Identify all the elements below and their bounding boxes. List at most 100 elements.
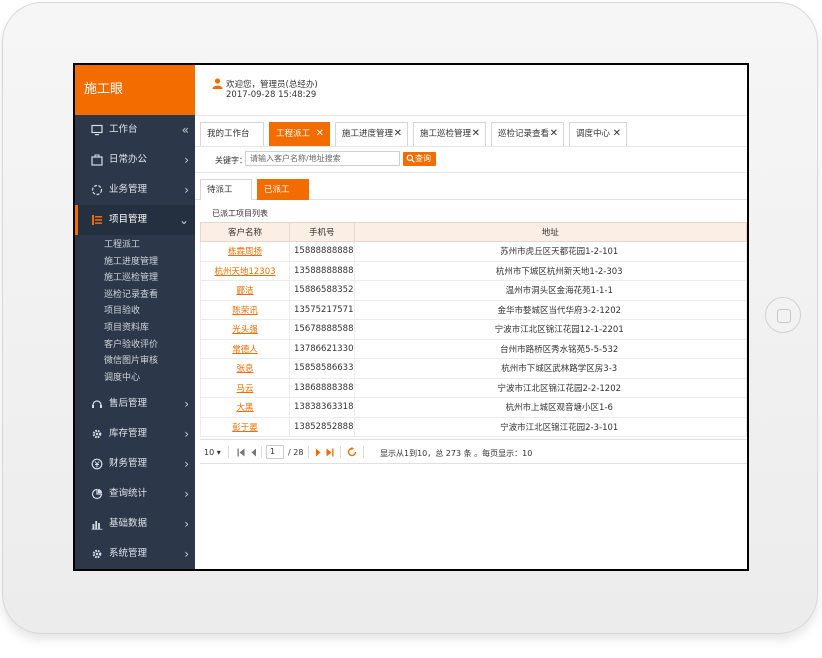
sidebar-item-label: 基础数据	[109, 518, 148, 530]
sidebar-item-label: 日常办公	[109, 154, 148, 165]
tab-my-workbench[interactable]: 我的工作台	[200, 122, 264, 146]
table-header-row: 客户名称 手机号 地址	[200, 222, 747, 242]
tab-label: 我的工作台	[207, 129, 250, 139]
pie-icon	[91, 489, 103, 500]
close-icon[interactable]: ✕	[550, 123, 558, 145]
pagination-info: 显示从1到10，总 273 条 。每页显示：10	[380, 449, 533, 458]
sidebar-item-statistics[interactable]: 查询统计 ›	[75, 479, 195, 509]
column-header-customer[interactable]: 客户名称	[200, 222, 290, 242]
chevron-right-icon: ›	[184, 457, 189, 472]
phone-cell: 15886588352	[289, 280, 355, 301]
list-title: 已派工项目列表	[212, 209, 268, 218]
customer-link[interactable]: 杭州天地12303	[214, 267, 275, 277]
money-icon	[91, 458, 103, 470]
customer-link[interactable]: 大黑	[236, 403, 253, 413]
gear-icon	[92, 550, 102, 559]
customer-link[interactable]: 马云	[236, 384, 253, 394]
tab-label: 调度中心	[576, 129, 611, 139]
page-size-select[interactable]: 10 ▾	[204, 448, 221, 457]
address-cell: 金华市婺城区当代华府3-2-1202	[354, 300, 747, 320]
tab-inspection-records[interactable]: 巡检记录查看 ✕	[491, 122, 564, 146]
submenu-item-dispatch[interactable]: 工程派工	[75, 237, 195, 254]
sidebar-item-base-data[interactable]: 基础数据 ›	[75, 509, 195, 539]
prev-page-icon[interactable]	[250, 448, 258, 457]
bar-chart-icon	[91, 521, 103, 530]
welcome-text: 欢迎您，管理员(总经办)	[226, 80, 318, 90]
sidebar-item-workbench[interactable]: 工作台 «	[75, 115, 195, 145]
address-cell: 苏州市虎丘区天都花园1-2-101	[354, 241, 747, 262]
close-icon[interactable]: ✕	[394, 123, 402, 145]
sidebar-item-inventory[interactable]: 库存管理 ›	[75, 419, 195, 449]
next-page-icon[interactable]	[314, 448, 322, 457]
close-icon[interactable]: ✕	[613, 123, 621, 145]
submenu-item-acceptance[interactable]: 项目验收	[75, 303, 195, 320]
sidebar-item-label: 工作台	[109, 124, 138, 135]
chevron-right-icon: ›	[184, 427, 189, 442]
submenu-item-library[interactable]: 项目资料库	[75, 320, 195, 337]
status-tabs: 待派工 已派工	[195, 173, 747, 200]
column-header-phone[interactable]: 手机号	[289, 222, 355, 242]
sidebar-item-daily-office[interactable]: 日常办公 ›	[75, 145, 195, 175]
tab-inspection-management[interactable]: 施工巡检管理 ✕	[413, 122, 486, 146]
tab-label: 施工进度管理	[342, 129, 394, 139]
search-button[interactable]: 查询	[403, 152, 436, 166]
home-button[interactable]	[765, 297, 801, 333]
phone-cell: 13868888388	[289, 378, 355, 398]
top-header: 欢迎您，管理员(总经办) 2017-09-28 15:48:29	[195, 65, 747, 115]
app-window: 施工眼 工作台 « 日常办公 › 业务管理 › 项目管理 ⌄ 工程派工 施工进度…	[75, 65, 747, 569]
headset-icon	[92, 400, 102, 409]
gear-icon	[92, 430, 102, 439]
submenu-item-dispatch-center[interactable]: 调度中心	[75, 370, 195, 387]
monitor-icon	[91, 124, 103, 136]
submenu-item-evaluation[interactable]: 客户验收评价	[75, 337, 195, 354]
customer-link[interactable]: 张息	[236, 364, 253, 374]
chevron-right-icon: ›	[184, 487, 189, 502]
last-page-icon[interactable]	[326, 448, 334, 457]
tab-label: 巡检记录查看	[498, 129, 550, 139]
sidebar-item-label: 查询统计	[109, 488, 148, 500]
tab-dispatched[interactable]: 已派工	[257, 179, 309, 200]
table-row: 光头强 15678888588 宁波市江北区锦江花园12-1-2201	[200, 319, 747, 340]
sidebar-item-system[interactable]: 系统管理 ›	[75, 539, 195, 569]
close-icon[interactable]: ✕	[316, 123, 324, 145]
customer-link[interactable]: 光头强	[232, 325, 258, 335]
tab-dispatch-center[interactable]: 调度中心 ✕	[569, 122, 627, 146]
customer-link[interactable]: 郦洁	[236, 286, 253, 296]
circle-icon	[91, 184, 103, 196]
phone-cell: 13786621330	[289, 339, 355, 359]
submenu-item-progress[interactable]: 施工进度管理	[75, 254, 195, 271]
dispatched-projects-table: 客户名称 手机号 地址 栋霖周扬 15888888888 苏州市虎丘区天都花园1-2…	[200, 222, 747, 437]
submenu-item-inspection[interactable]: 施工巡检管理	[75, 270, 195, 287]
submenu-item-wechat-review[interactable]: 微信图片审核	[75, 353, 195, 370]
refresh-icon[interactable]	[347, 447, 357, 457]
first-page-icon[interactable]	[237, 448, 245, 457]
customer-link[interactable]: 陈荣讯	[232, 306, 258, 316]
sidebar-item-after-sales[interactable]: 售后管理 ›	[75, 389, 195, 419]
customer-link[interactable]: 彭于晏	[232, 423, 258, 433]
sidebar-item-project[interactable]: 项目管理 ⌄	[75, 205, 195, 235]
customer-link[interactable]: 常德人	[232, 345, 258, 355]
current-datetime: 2017-09-28 15:48:29	[226, 90, 317, 100]
divider	[228, 446, 229, 458]
address-cell: 台州市路桥区秀水铭苑5-5-532	[354, 339, 747, 359]
search-input[interactable]	[245, 151, 400, 166]
sidebar-item-label: 售后管理	[109, 398, 148, 410]
chevron-right-icon: ›	[184, 183, 189, 197]
tab-project-dispatch[interactable]: 工程派工 ✕	[269, 122, 330, 146]
phone-cell: 15858586633	[289, 358, 355, 379]
chevron-right-icon: ›	[184, 547, 189, 562]
tab-pending-dispatch[interactable]: 待派工	[200, 179, 252, 200]
tab-progress-management[interactable]: 施工进度管理 ✕	[335, 122, 408, 146]
submenu-item-inspection-records[interactable]: 巡检记录查看	[75, 287, 195, 304]
sidebar-item-business[interactable]: 业务管理 ›	[75, 175, 195, 205]
phone-cell: 13852852888	[289, 417, 355, 437]
customer-link[interactable]: 栋霖周扬	[228, 247, 262, 257]
sidebar-item-finance[interactable]: 财务管理 ›	[75, 449, 195, 479]
sidebar: 施工眼 工作台 « 日常办公 › 业务管理 › 项目管理 ⌄ 工程派工 施工进度…	[75, 65, 195, 569]
table-row: 栋霖周扬 15888888888 苏州市虎丘区天都花园1-2-101	[200, 241, 747, 262]
phone-cell: 15678888588	[289, 319, 355, 340]
collapse-sidebar-icon[interactable]: «	[182, 115, 189, 145]
column-header-address[interactable]: 地址	[353, 222, 747, 242]
page-number-input[interactable]: 1	[266, 445, 284, 459]
close-icon[interactable]: ✕	[472, 123, 480, 145]
